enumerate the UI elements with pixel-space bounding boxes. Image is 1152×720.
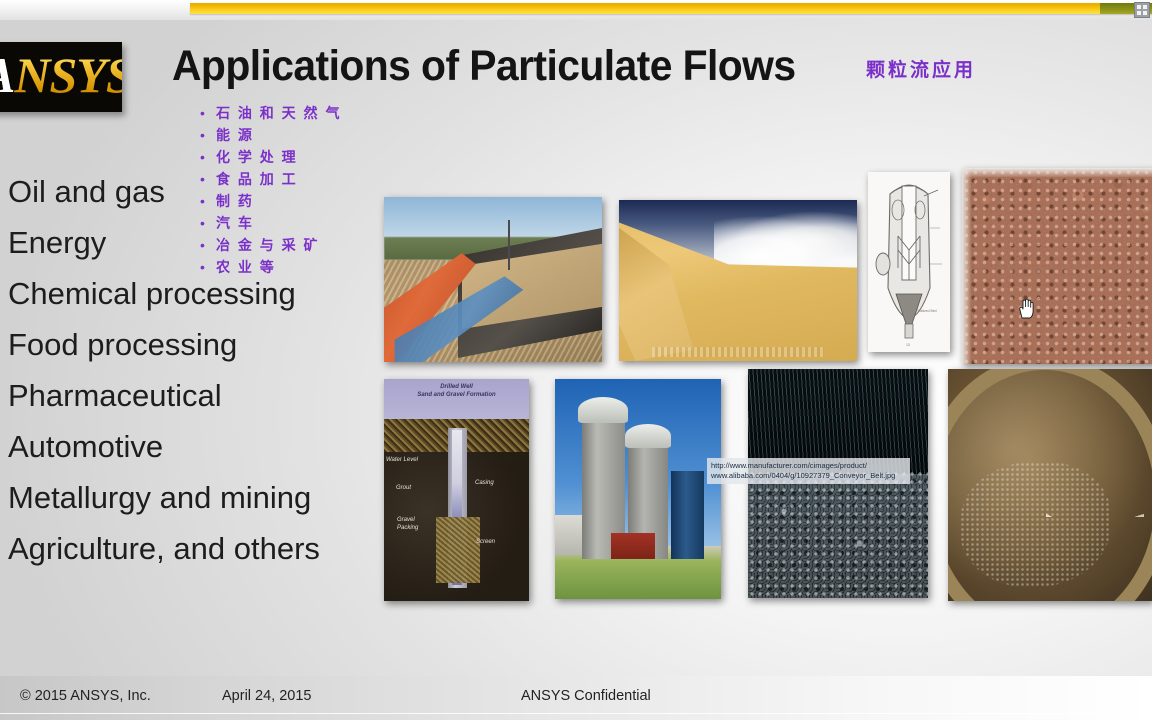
photo-pole — [508, 220, 511, 270]
list-item: • 冶 金 与 采 矿 — [200, 234, 380, 256]
list-item-label: 制 药 — [216, 193, 254, 209]
photo-coal-grain-overlay — [748, 469, 928, 598]
grid-handle-icon[interactable] — [1134, 2, 1150, 18]
bullet-icon: • — [200, 105, 205, 121]
list-item: • 制 药 — [200, 190, 380, 212]
reactor-schematic-svg: Fluidized Bed 13 — [868, 172, 950, 352]
photo-tractor — [611, 533, 655, 560]
watermark-line-1: http://www.manufacturer.com/cimages/prod… — [711, 461, 867, 470]
list-item-label: 汽 车 — [216, 215, 254, 231]
particle-grain-overlay — [962, 168, 1152, 364]
footer-divider — [0, 713, 1152, 714]
list-item: • 食 品 加 工 — [200, 168, 380, 190]
bullet-icon: • — [200, 193, 205, 209]
conveyor-belt-gravel-photo — [384, 197, 602, 362]
list-item-label: 食 品 加 工 — [216, 171, 298, 187]
photo-silo-3 — [671, 471, 705, 560]
grid-cell — [1143, 5, 1147, 9]
grid-cell — [1137, 5, 1141, 9]
well-label-grout: Grout — [396, 485, 412, 491]
list-item-label: 冶 金 与 采 矿 — [216, 237, 320, 253]
list-item-label: 能 源 — [216, 127, 254, 143]
blue-granules-mixer-photo — [948, 369, 1152, 601]
bullet-icon: • — [200, 237, 205, 253]
svg-text:13: 13 — [906, 343, 910, 347]
well-label-gravel-packing-1: Gravel — [397, 517, 415, 523]
ansys-logo-a: A — [0, 47, 15, 103]
presentation-slide: ANSYS® Applications of Particulate Flows… — [0, 0, 1152, 720]
list-item: Automotive — [8, 429, 164, 464]
slide-footer: © 2015 ANSYS, Inc. April 24, 2015 ANSYS … — [0, 676, 1152, 720]
slide-top-bar — [0, 0, 1152, 20]
sand-dune-photo — [619, 200, 857, 361]
footer-confidential: ANSYS Confidential — [521, 688, 651, 704]
photo-mixer-ring — [948, 369, 1152, 601]
ansys-logo-rest: NSYS — [14, 47, 122, 103]
list-item: Metallurgy and mining — [8, 480, 312, 515]
particle-bed-left-edge — [962, 168, 971, 364]
well-label-gravel-packing-2: Packing — [397, 525, 419, 531]
bullet-icon: • — [200, 259, 205, 275]
grid-cell — [1143, 11, 1147, 15]
list-item: • 化 学 处 理 — [200, 146, 380, 168]
list-item: Food processing — [8, 327, 238, 362]
ansys-logo-text: ANSYS® — [0, 46, 122, 104]
well-label-casing: Casing — [475, 480, 494, 486]
page-title-chinese: 颗粒流应用 — [866, 60, 977, 81]
svg-text:Fluidized Bed: Fluidized Bed — [916, 309, 937, 313]
applications-list-chinese: • 石 油 和 天 然 气 • 能 源 • 化 学 处 理 • 食 品 加 工 … — [200, 102, 380, 278]
list-item: • 农 业 等 — [200, 256, 380, 278]
footer-copyright: © 2015 ANSYS, Inc. — [20, 688, 151, 704]
page-title: Applications of Particulate Flows — [172, 42, 796, 90]
well-diagram-heading: Drilled Well Sand and Gravel Formation — [384, 383, 529, 399]
well-gravel-pack — [436, 516, 480, 584]
list-item: • 石 油 和 天 然 气 — [200, 102, 380, 124]
watermark-line-2: www.alibaba.com/0404/g/10927379_Conveyor… — [711, 471, 896, 480]
list-item-label: 石 油 和 天 然 气 — [216, 105, 342, 121]
grid-cell — [1137, 11, 1141, 15]
image-source-watermark: http://www.manufacturer.com/cimages/prod… — [707, 458, 910, 484]
particle-bed-top-edge — [962, 168, 1152, 177]
photo-barn — [555, 515, 582, 555]
list-item: Pharmaceutical — [8, 378, 222, 413]
hand-pan-cursor — [1019, 298, 1034, 319]
well-heading-line2: Sand and Gravel Formation — [417, 392, 496, 398]
photo-silo-cap — [624, 423, 672, 448]
bullet-icon: • — [200, 171, 205, 187]
bullet-icon: • — [200, 149, 205, 165]
ansys-logo: ANSYS® — [0, 42, 122, 112]
list-item: • 能 源 — [200, 124, 380, 146]
grain-silos-photo — [555, 379, 721, 599]
accent-bar — [190, 3, 1152, 14]
list-item: • 汽 车 — [200, 212, 380, 234]
bullet-icon: • — [200, 215, 205, 231]
list-item-label: 化 学 处 理 — [216, 149, 298, 165]
footer-date: April 24, 2015 — [222, 688, 312, 704]
drilled-well-diagram: Drilled Well Sand and Gravel Formation W… — [384, 379, 529, 601]
list-item: Agriculture, and others — [8, 531, 320, 566]
well-label-water-level: Water Level — [386, 457, 418, 463]
list-item-label: 农 业 等 — [216, 259, 276, 275]
fluidized-bed-reactor-drawing: Fluidized Bed 13 — [868, 172, 950, 352]
photo-watermark-strip — [652, 347, 824, 357]
bullet-icon: • — [200, 127, 205, 143]
photo-silo-cap — [578, 396, 629, 423]
well-heading-line1: Drilled Well — [440, 384, 473, 390]
packed-particle-bed-simulation — [962, 168, 1152, 364]
well-label-screen: Screen — [476, 539, 496, 545]
